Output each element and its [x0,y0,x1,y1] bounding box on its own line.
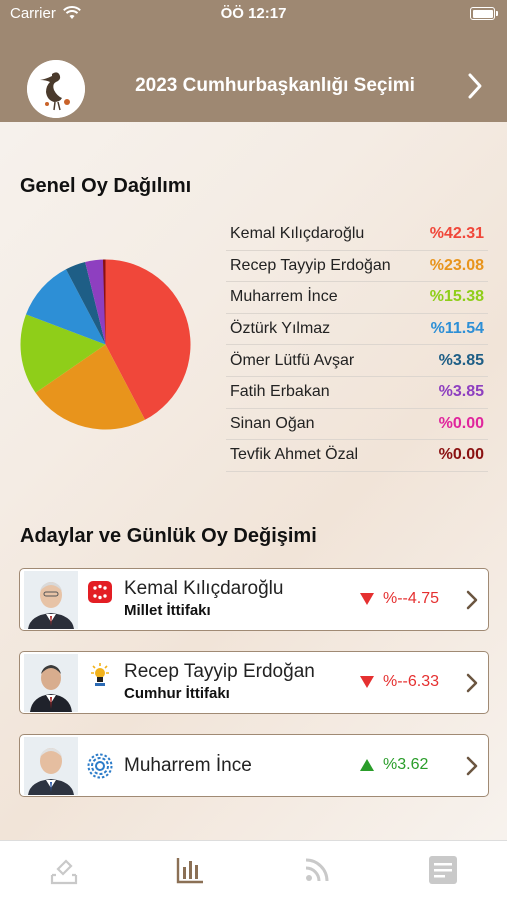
legend-label: Recep Tayyip Erdoğan [230,256,391,274]
legend-item: Öztürk Yılmaz %11.54 [226,314,488,346]
legend-item: Sinan Oğan %0.00 [226,409,488,441]
legend-value: %0.00 [438,446,484,464]
candidate-photo [24,737,78,795]
chevron-right-icon[interactable] [466,756,478,776]
page-title: 2023 Cumhurbaşkanlığı Seçimi [135,75,415,96]
candidate-alliance: Cumhur İttifakı [124,685,230,702]
legend-label: Sinan Oğan [230,414,315,432]
candidate-alliance: Millet İttifakı [124,602,211,619]
legend-label: Tevfik Ahmet Özal [230,446,359,464]
clock: ÖÖ 12:17 [220,5,287,22]
legend-item: Recep Tayyip Erdoğan %23.08 [226,251,488,283]
legend-item: Ömer Lütfü Avşar %3.85 [226,345,488,377]
candidates-section-title: Adaylar ve Günlük Oy Değişimi [20,525,317,547]
chevron-right-icon[interactable] [466,673,478,693]
bar-chart-icon[interactable] [175,855,205,885]
chevron-right-icon[interactable] [465,72,485,100]
candidate-card-erdogan[interactable]: Recep Tayyip Erdoğan Cumhur İttifakı %--… [19,651,489,714]
vote-pie-chart [20,259,191,430]
vote-change: %--6.33 [360,673,439,691]
candidate-photo [24,571,78,629]
legend-value: %0.00 [438,414,484,432]
vote-change-value: %3.62 [383,756,429,773]
memleket-logo-icon [87,753,113,779]
up-arrow-icon [360,759,374,771]
legend-label: Kemal Kılıçdaroğlu [230,225,365,243]
heron-logo-icon[interactable] [27,60,85,118]
legend-value: %3.85 [438,351,484,369]
top-bar: Carrier ÖÖ 12:17 2023 Cumhurbaşkanlığı S… [0,0,507,122]
document-icon[interactable] [428,855,458,885]
legend-item: Tevfik Ahmet Özal %0.00 [226,440,488,472]
candidate-name: Recep Tayyip Erdoğan [124,661,315,682]
legend-item: Fatih Erbakan %3.85 [226,377,488,409]
legend-value: %15.38 [429,288,484,306]
ballot-icon[interactable] [49,855,79,885]
vote-change: %3.62 [360,756,428,774]
rss-icon[interactable] [302,855,332,885]
down-arrow-icon [360,593,374,605]
legend-value: %23.08 [429,256,484,274]
distribution-section-title: Genel Oy Dağılımı [20,175,192,197]
legend-label: Ömer Lütfü Avşar [230,351,355,369]
candidate-card-kilicdaroglu[interactable]: Kemal Kılıçdaroğlu Millet İttifakı %--4.… [19,568,489,631]
tab-bar [0,840,507,900]
pie-legend: Kemal Kılıçdaroğlu %42.31 Recep Tayyip Erd… [226,219,488,472]
battery-icon [470,7,498,20]
legend-value: %11.54 [430,320,484,338]
legend-value: %3.85 [438,383,484,401]
chevron-right-icon[interactable] [466,590,478,610]
candidate-card-ince[interactable]: Muharrem İnce %3.62 [19,734,489,797]
legend-label: Fatih Erbakan [230,383,330,401]
akp-logo-icon [91,663,109,686]
legend-label: Öztürk Yılmaz [230,320,331,338]
legend-item: Muharrem İnce %15.38 [226,282,488,314]
candidate-name: Kemal Kılıçdaroğlu [124,578,284,599]
down-arrow-icon [360,676,374,688]
legend-label: Muharrem İnce [230,288,338,306]
vote-change: %--4.75 [360,590,439,608]
candidate-name: Muharrem İnce [124,755,252,776]
chp-logo-icon [88,581,112,603]
vote-change-value: %--6.33 [383,673,440,690]
candidate-photo [24,654,78,712]
status-bar: Carrier ÖÖ 12:17 [0,0,507,30]
vote-change-value: %--4.75 [383,590,440,607]
legend-item: Kemal Kılıçdaroğlu %42.31 [226,219,488,251]
legend-value: %42.31 [429,225,484,243]
